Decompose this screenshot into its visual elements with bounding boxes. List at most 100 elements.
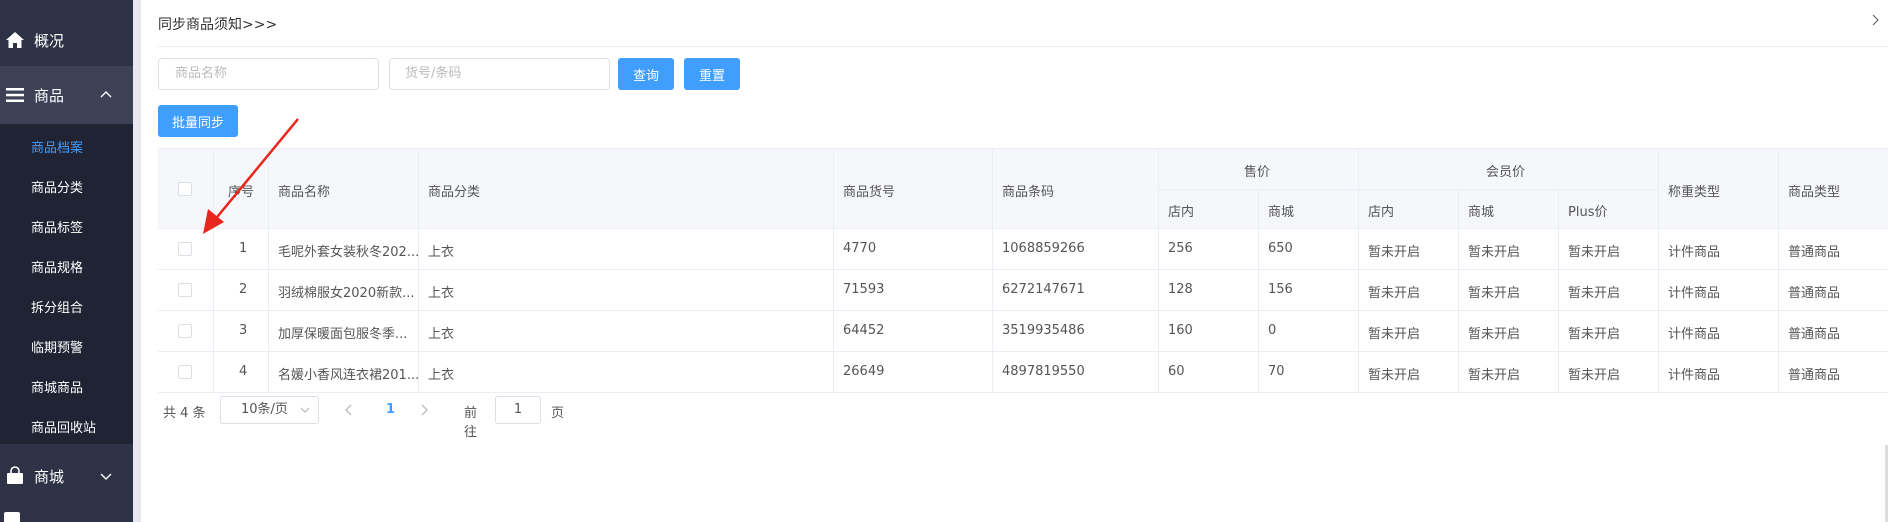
cell-barcode: 4897819550 (1002, 364, 1085, 379)
sidebar-item-goods-category[interactable]: 商品分类 (31, 177, 83, 196)
partial-nav-icon (4, 512, 20, 522)
col-divider (992, 229, 993, 393)
cell-category: 上衣 (428, 286, 455, 301)
th-weigh-type: 称重类型 (1668, 185, 1721, 200)
th-category: 商品分类 (428, 185, 481, 200)
cell-sku: 4770 (843, 241, 877, 256)
cell-goods-type: 普通商品 (1788, 286, 1841, 301)
chevron-down-icon[interactable] (99, 469, 113, 483)
sidebar-item-mall-goods[interactable]: 商城商品 (31, 377, 83, 396)
cell-member-store: 暂未开启 (1368, 327, 1421, 342)
cell-index: 1 (239, 241, 248, 256)
cell-member-mall: 暂未开启 (1468, 245, 1521, 260)
goto-page-input[interactable]: 1 (495, 396, 541, 424)
chevron-down-icon (300, 407, 310, 413)
home-icon (6, 32, 24, 48)
col-divider (1778, 149, 1779, 230)
sidebar-item-recycle-bin[interactable]: 商品回收站 (31, 417, 96, 436)
cell-weigh-type: 计件商品 (1668, 245, 1721, 260)
col-divider (213, 229, 214, 393)
cell-goods-type: 普通商品 (1788, 327, 1841, 342)
col-divider (1458, 189, 1459, 230)
row-checkbox[interactable] (178, 242, 192, 256)
goto-label: 前往 (464, 406, 478, 440)
cell-member-mall: 暂未开启 (1468, 327, 1521, 342)
chevron-up-icon[interactable] (99, 88, 113, 102)
col-divider (1778, 229, 1779, 393)
cell-member-mall: 暂未开启 (1468, 286, 1521, 301)
query-button[interactable]: 查询 (618, 58, 674, 90)
col-divider (1258, 189, 1259, 230)
cell-member-plus: 暂未开启 (1568, 327, 1621, 342)
select-all-checkbox[interactable] (178, 182, 192, 196)
chevron-right-icon[interactable] (1870, 13, 1880, 27)
sidebar-item-goods-spec[interactable]: 商品规格 (31, 257, 83, 276)
th-index: 序号 (228, 185, 255, 200)
cell-price-store: 60 (1168, 364, 1185, 379)
reset-button[interactable]: 重置 (684, 58, 740, 90)
cell-sku: 26649 (843, 364, 885, 379)
cell-price-store: 160 (1168, 323, 1193, 338)
cell-price-mall: 70 (1268, 364, 1285, 379)
cell-price-store: 256 (1168, 241, 1193, 256)
sidebar-item-split-combine[interactable]: 拆分组合 (31, 297, 83, 316)
cell-name: 加厚保暖面包服冬季... (278, 327, 408, 342)
row-checkbox[interactable] (178, 324, 192, 338)
col-divider (268, 229, 269, 393)
nav-goods-label: 商品 (34, 86, 65, 105)
th-member-group: 会员价 (1486, 165, 1526, 180)
cell-weigh-type: 计件商品 (1668, 368, 1721, 383)
table-header: 序号 商品名称 商品分类 商品货号 商品条码 售价 店内 商城 会员价 店内 商… (158, 148, 1888, 230)
main-content: 同步商品须知>>> 商品名称 货号/条码 查询 重置 批量同步 序号 商品名称 (141, 0, 1888, 522)
th-member-mall: 商城 (1468, 205, 1495, 220)
cell-member-plus: 暂未开启 (1568, 368, 1621, 383)
sidebar-item-goods-archive[interactable]: 商品档案 (31, 137, 83, 156)
col-divider (1158, 229, 1159, 393)
cell-price-mall: 650 (1268, 241, 1293, 256)
row-checkbox[interactable] (178, 283, 192, 297)
nav-overview-label: 概况 (34, 31, 65, 50)
prev-page-icon[interactable] (344, 404, 354, 416)
col-divider (268, 149, 269, 230)
nav-goods[interactable]: 商品 (0, 66, 133, 124)
cell-price-mall: 0 (1268, 323, 1277, 338)
cell-sku: 71593 (843, 282, 885, 297)
sidebar-item-goods-tag[interactable]: 商品标签 (31, 217, 83, 236)
col-divider (1558, 189, 1559, 230)
th-barcode: 商品条码 (1002, 185, 1055, 200)
cell-index: 2 (239, 282, 248, 297)
col-divider (1458, 229, 1459, 393)
header-divider (158, 46, 1888, 47)
th-goods-type: 商品类型 (1788, 185, 1841, 200)
row-checkbox[interactable] (178, 365, 192, 379)
th-member-plus: Plus价 (1568, 205, 1608, 220)
col-divider (418, 149, 419, 230)
cell-member-plus: 暂未开启 (1568, 245, 1621, 260)
group-divider (1158, 189, 1658, 190)
cell-name: 名媛小香风连衣裙201... (278, 368, 420, 383)
cell-name: 羽绒棉服女2020新款... (278, 286, 415, 301)
sidebar-item-expiry-warning[interactable]: 临期预警 (31, 337, 83, 356)
cell-member-store: 暂未开启 (1368, 286, 1421, 301)
goods-name-input[interactable]: 商品名称 (158, 58, 379, 90)
col-divider (992, 149, 993, 230)
menu-lines-icon (6, 88, 24, 102)
nav-overview[interactable]: 概况 (0, 7, 133, 73)
th-member-store: 店内 (1368, 205, 1395, 220)
sku-barcode-input[interactable]: 货号/条码 (389, 58, 610, 90)
page-size-value: 10条/页 (241, 402, 288, 417)
page-size-select[interactable]: 10条/页 (220, 396, 319, 424)
current-page-number[interactable]: 1 (386, 402, 395, 417)
col-divider (1558, 229, 1559, 393)
nav-shop[interactable]: 商城 (0, 443, 133, 509)
next-page-icon[interactable] (419, 404, 429, 416)
cell-index: 3 (239, 323, 248, 338)
nav-shop-label: 商城 (34, 467, 65, 486)
sidebar-divider (133, 0, 141, 522)
cell-index: 4 (239, 364, 248, 379)
batch-sync-button[interactable]: 批量同步 (158, 105, 238, 137)
sidebar: 概况 商品 商品档案 商品分类 商品标签 商品规格 拆分组合 临期预警 商城商品… (0, 0, 133, 522)
col-divider (418, 229, 419, 393)
breadcrumb[interactable]: 同步商品须知>>> (158, 14, 277, 34)
cell-category: 上衣 (428, 368, 455, 383)
